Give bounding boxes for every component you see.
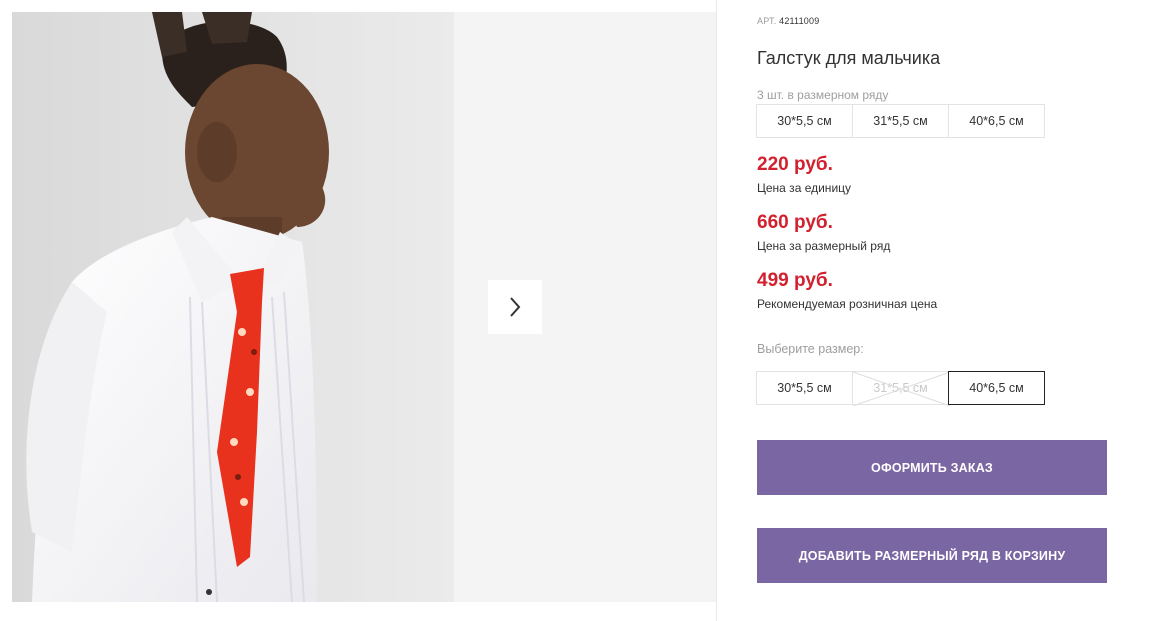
pack-size-item: 31*5,5 см: [852, 104, 949, 138]
retail-price: 499 руб.: [757, 270, 833, 291]
pack-size-item: 40*6,5 см: [948, 104, 1045, 138]
pack-price: 660 руб.: [757, 212, 833, 233]
product-title: Галстук для мальчика: [757, 48, 941, 68]
pack-size-list: 30*5,5 см 31*5,5 см 40*6,5 см: [756, 104, 1045, 138]
size-option-40-selected[interactable]: 40*6,5 см: [948, 371, 1045, 405]
product-gallery: [12, 12, 716, 602]
article-label: АРТ.: [757, 16, 777, 26]
unavailable-cross-icon: [853, 372, 950, 406]
size-option-31-unavailable: 31*5,5 см: [852, 371, 950, 406]
pack-price-label: Цена за размерный ряд: [757, 239, 891, 253]
panel-divider: [716, 0, 717, 621]
chevron-right-icon: [510, 297, 521, 317]
unit-price: 220 руб.: [757, 154, 833, 175]
unit-price-label: Цена за единицу: [757, 181, 852, 195]
size-selector: 30*5,5 см 31*5,5 см 40*6,5 см: [756, 371, 1045, 406]
add-pack-to-cart-button[interactable]: ДОБАВИТЬ РАЗМЕРНЫЙ РЯД В КОРЗИНУ: [757, 528, 1107, 583]
retail-price-label: Рекомендуемая розничная цена: [757, 297, 938, 311]
pack-size-item: 30*5,5 см: [756, 104, 853, 138]
article-number: 42111009: [779, 16, 820, 26]
order-button[interactable]: ОФОРМИТЬ ЗАКАЗ: [757, 440, 1107, 495]
product-photo: [12, 12, 454, 602]
gallery-next-button[interactable]: [488, 280, 542, 334]
article: АРТ. 42111009: [757, 16, 819, 26]
size-select-label: Выберите размер:: [757, 342, 864, 356]
size-option-text: 40*6,5 см: [969, 381, 1024, 395]
pack-note: 3 шт. в размерном ряду: [757, 88, 889, 102]
size-option-text: 30*5,5 см: [777, 381, 832, 395]
size-option-30[interactable]: 30*5,5 см: [756, 371, 853, 405]
